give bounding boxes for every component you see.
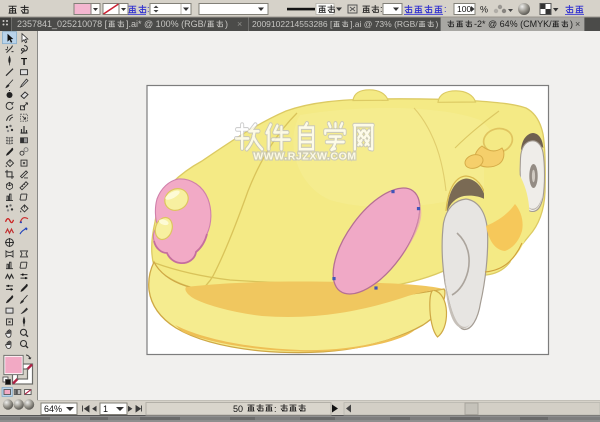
svg-text::: :: [147, 4, 150, 14]
svg-text:×: ×: [237, 19, 242, 29]
svg-text:%: %: [480, 5, 488, 15]
svg-text:-2* @ 64% (CMYK/: -2* @ 64% (CMYK/: [474, 19, 552, 29]
svg-text:2009102214553286 [: 2009102214553286 [: [252, 19, 333, 29]
svg-text:): ): [570, 19, 573, 29]
svg-text:].ai* @ 100% (RGB/: ].ai* @ 100% (RGB/: [126, 19, 207, 29]
svg-text:50: 50: [233, 404, 243, 414]
svg-text:].ai @ 73% (RGB/: ].ai @ 73% (RGB/: [350, 19, 418, 29]
svg-text:WWW.RJZXW.COM: WWW.RJZXW.COM: [253, 151, 356, 163]
svg-text:×: ×: [575, 19, 580, 29]
svg-text:T: T: [21, 57, 27, 68]
svg-text:64%: 64%: [44, 404, 62, 414]
svg-text::: :: [380, 4, 383, 14]
svg-text::: :: [444, 4, 447, 14]
svg-text:2357841_025210078 [: 2357841_025210078 [: [17, 19, 108, 29]
svg-text:1: 1: [103, 404, 108, 414]
svg-text::: :: [274, 404, 277, 414]
svg-text:): ): [225, 19, 228, 29]
svg-text:100: 100: [457, 4, 471, 14]
